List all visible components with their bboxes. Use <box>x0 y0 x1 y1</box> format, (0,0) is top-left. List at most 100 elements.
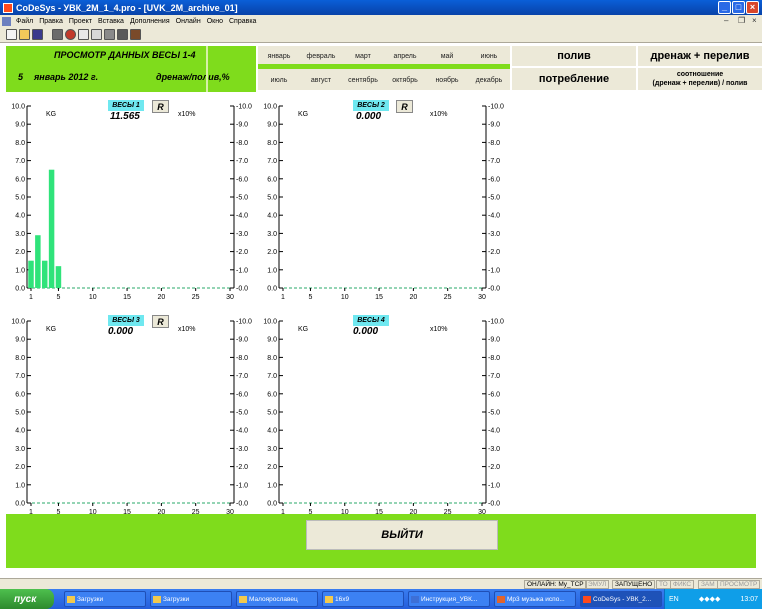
folder-icon <box>239 596 247 603</box>
print-icon[interactable] <box>117 29 128 40</box>
taskbar-item[interactable]: Инструкция_УВК... <box>408 591 490 607</box>
month-button-nov[interactable]: ноябрь <box>426 71 468 89</box>
y2-tick-label: -6.0 <box>488 391 500 398</box>
find-icon[interactable] <box>130 29 141 40</box>
y-tick-label: 2.0 <box>15 249 25 256</box>
step-icon[interactable] <box>91 29 102 40</box>
y2-tick-label: -4.0 <box>236 428 248 435</box>
status-online: ОНЛАЙН: My_TCP <box>524 580 587 589</box>
open-folder-icon[interactable] <box>19 29 30 40</box>
y2-tick-label: -1.0 <box>488 267 500 274</box>
y2-tick-label: -1.0 <box>488 482 500 489</box>
y2-tick-label: -0.0 <box>236 501 248 508</box>
ratio-label: дренаж/полив,% <box>156 72 230 82</box>
mdi-minimize-icon[interactable]: – <box>724 16 728 25</box>
y2-tick-label: -2.0 <box>488 464 500 471</box>
document-icon[interactable] <box>2 16 11 26</box>
start-button[interactable]: пуск <box>0 589 54 609</box>
menu-edit[interactable]: Правка <box>36 18 66 25</box>
taskbar-item[interactable]: 16x9 <box>322 591 404 607</box>
drenazh-button[interactable]: дренаж + перелив <box>638 46 762 66</box>
taskbar-item[interactable]: Загрузки <box>64 591 146 607</box>
language-indicator[interactable]: EN <box>669 596 679 603</box>
stop-icon[interactable] <box>65 29 76 40</box>
tray-icons: ◆◆◆◆ <box>698 596 721 603</box>
taskbar-item-active[interactable]: CoDeSys - УВК_2... <box>580 591 662 607</box>
ratio-button[interactable]: соотношение (дренаж + перелив) / полив <box>638 68 762 90</box>
month-button-mar[interactable]: март <box>342 47 384 65</box>
potreblenie-button[interactable]: потребление <box>512 68 636 90</box>
new-file-icon[interactable] <box>6 29 17 40</box>
chart-plot: 0.0 1.0 2.0 3.0 4.0 5.0 6.0 7.0 8.0 9.0 10.0 -0.0 -1… <box>263 104 504 302</box>
scale-chart-2: ВЕСЫ 2 R KG 0.000 x10% 0.0 1.0 2.0 3.0 4.0 5.… <box>258 94 508 308</box>
y-tick-label: 8.0 <box>267 140 277 147</box>
y2-tick-label: -8.0 <box>488 355 500 362</box>
taskbar: пуск Загрузки Загрузки Малоярославец 16x… <box>0 589 762 609</box>
mdi-close-icon[interactable]: × <box>752 16 757 25</box>
page-title: ПРОСМОТР ДАННЫХ ВЕСЫ 1-4 <box>54 50 196 60</box>
y2-tick-label: -4.0 <box>236 213 248 220</box>
status-fix: ФИКС <box>670 580 695 589</box>
month-button-jun[interactable]: июнь <box>468 47 510 65</box>
menu-bar: Файл Правка Проект Вставка Дополнения Он… <box>0 15 762 27</box>
y2-tick-label: -10.0 <box>236 319 252 326</box>
bar <box>41 260 48 288</box>
window-titlebar: CoDeSys - УВК_2М_1_4.pro - [UVK_2M_archi… <box>0 0 762 15</box>
y2-tick-label: -7.0 <box>236 373 248 380</box>
bottom-panel: ВЫЙТИ <box>6 514 756 568</box>
menu-insert[interactable]: Вставка <box>95 18 127 25</box>
toolbar <box>0 27 762 43</box>
scale-chart-4: ВЕСЫ 4 KG 0.000 x10% 0.0 1.0 2.0 3.0 4.0 5.0 6… <box>258 309 508 523</box>
run-icon[interactable] <box>78 29 89 40</box>
day-value: 5 <box>18 72 24 82</box>
folder-icon <box>153 596 161 603</box>
x-tick-label: 15 <box>123 294 131 301</box>
mdi-restore-icon[interactable]: ❐ <box>738 16 745 25</box>
y2-tick-label: -4.0 <box>488 213 500 220</box>
month-button-may[interactable]: май <box>426 47 468 65</box>
exit-button[interactable]: ВЫЙТИ <box>306 520 498 550</box>
y2-tick-label: -7.0 <box>236 158 248 165</box>
x-tick-label: 25 <box>192 294 200 301</box>
menu-online[interactable]: Онлайн <box>173 18 204 25</box>
y-tick-label: 0.0 <box>267 501 277 508</box>
y2-tick-label: -8.0 <box>236 140 248 147</box>
save-icon[interactable] <box>32 29 43 40</box>
month-button-sep[interactable]: сентябрь <box>342 71 384 89</box>
minimize-button[interactable]: _ <box>718 1 731 14</box>
y-tick-label: 6.0 <box>15 391 25 398</box>
y2-tick-label: -9.0 <box>236 337 248 344</box>
taskbar-item[interactable]: Малоярославец <box>236 591 318 607</box>
y-tick-label: 9.0 <box>15 337 25 344</box>
month-button-jan[interactable]: январь <box>258 47 300 65</box>
maximize-button[interactable]: □ <box>732 1 745 14</box>
month-button-feb[interactable]: февраль <box>300 47 342 65</box>
y2-tick-label: -6.0 <box>236 176 248 183</box>
taskbar-item[interactable]: Mp3 музыка испо... <box>494 591 576 607</box>
menu-project[interactable]: Проект <box>66 18 95 25</box>
month-button-dec[interactable]: декабрь <box>468 71 510 89</box>
menu-help[interactable]: Справка <box>226 18 259 25</box>
selected-month-indicator <box>258 64 510 69</box>
close-button[interactable]: × <box>746 1 759 14</box>
poliv-button[interactable]: полив <box>512 46 636 66</box>
breakpoint-icon[interactable] <box>104 29 115 40</box>
y-tick-label: 7.0 <box>267 373 277 380</box>
y-tick-label: 3.0 <box>267 231 277 238</box>
menu-extras[interactable]: Дополнения <box>127 18 173 25</box>
menu-window[interactable]: Окно <box>204 18 226 25</box>
taskbar-item[interactable]: Загрузки <box>150 591 232 607</box>
month-button-aug[interactable]: август <box>300 71 342 89</box>
month-button-apr[interactable]: апрель <box>384 47 426 65</box>
y2-tick-label: -3.0 <box>488 231 500 238</box>
y-tick-label: 8.0 <box>15 355 25 362</box>
chart-plot: 0.0 1.0 2.0 3.0 4.0 5.0 6.0 7.0 8.0 9.0 10.0 -0.0 -1… <box>263 319 504 517</box>
y-tick-label: 9.0 <box>15 122 25 129</box>
y-tick-label: 10.0 <box>11 319 25 326</box>
y-tick-label: 3.0 <box>15 446 25 453</box>
login-icon[interactable] <box>52 29 63 40</box>
y-tick-label: 7.0 <box>267 158 277 165</box>
month-button-jul[interactable]: июль <box>258 71 300 89</box>
month-button-oct[interactable]: октябрь <box>384 71 426 89</box>
menu-file[interactable]: Файл <box>13 18 36 25</box>
